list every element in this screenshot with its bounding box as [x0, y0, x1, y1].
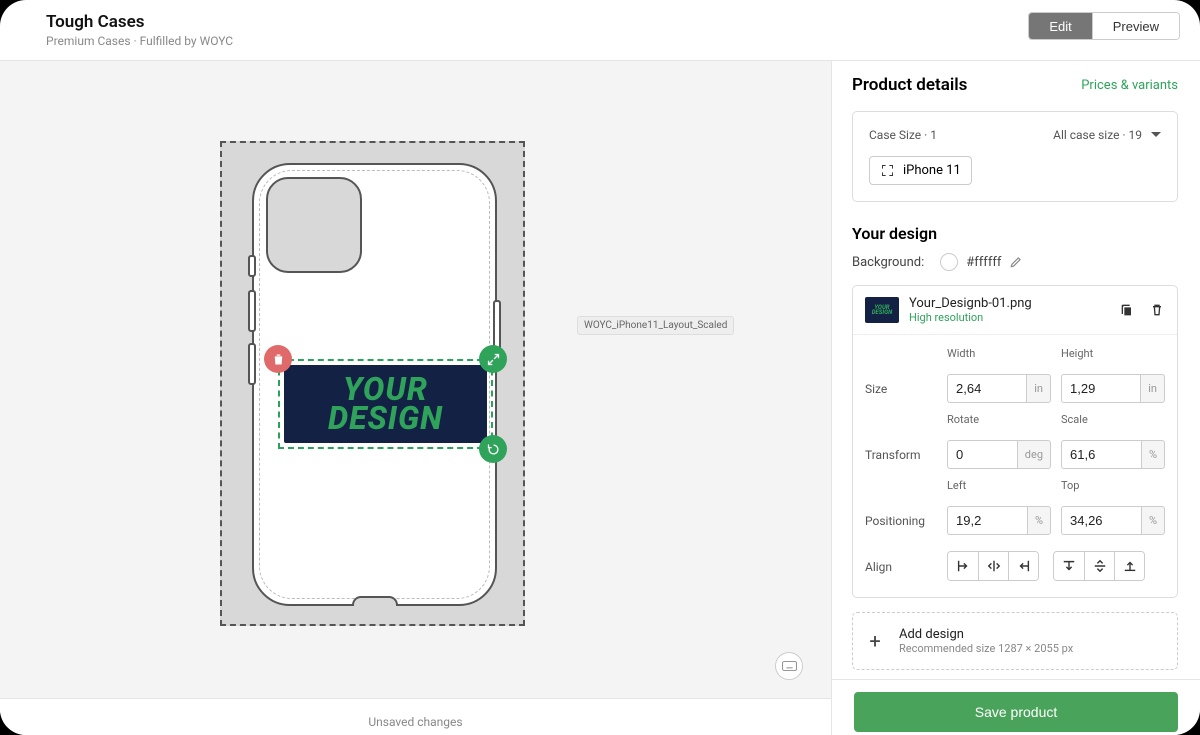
align-vertical-group — [1053, 551, 1145, 581]
add-design-subtitle: Recommended size 1287 × 2055 px — [899, 642, 1073, 655]
canvas-stage[interactable]: YOUR DESIGN WOYC_iPhone11_Layout_Scaled — [0, 61, 831, 698]
sidebar-footer: Save product — [832, 679, 1200, 735]
sidebar: Product details Prices & variants Case S… — [832, 61, 1200, 735]
align-top-icon — [1062, 559, 1076, 573]
rotate-unit: deg — [1017, 440, 1051, 469]
design-artwork[interactable]: YOUR DESIGN — [284, 365, 487, 443]
layer-name-tooltip: WOYC_iPhone11_Layout_Scaled — [577, 316, 734, 335]
canvas-area: YOUR DESIGN WOYC_iPhone11_Layout_Scaled — [0, 61, 832, 735]
transform-label: Transform — [865, 448, 937, 462]
camera-cutout — [266, 177, 362, 273]
trash-icon[interactable] — [1149, 302, 1165, 318]
keyboard-icon — [782, 660, 797, 672]
left-input[interactable] — [947, 506, 1027, 535]
all-case-size-dropdown[interactable]: All case size · 19 — [1053, 128, 1161, 142]
side-button — [248, 343, 256, 385]
sidebar-header: Product details Prices & variants — [852, 75, 1178, 95]
duplicate-icon[interactable] — [1119, 302, 1135, 318]
left-label: Left — [947, 479, 1051, 492]
position-label: Positioning — [865, 514, 937, 528]
top-unit: % — [1141, 506, 1165, 535]
chevron-down-icon — [1151, 132, 1161, 142]
expand-icon — [486, 352, 501, 367]
rotate-handle[interactable] — [479, 435, 507, 463]
rotate-icon — [486, 442, 501, 457]
tab-preview[interactable]: Preview — [1092, 13, 1179, 39]
case-chip-label: iPhone 11 — [903, 163, 961, 178]
save-product-button[interactable]: Save product — [854, 692, 1178, 732]
fullscreen-icon — [880, 163, 895, 178]
sidebar-title: Product details — [852, 75, 967, 95]
case-size-panel: Case Size · 1 All case size · 19 iPhone … — [852, 111, 1178, 202]
width-unit: in — [1026, 374, 1051, 403]
design-card-header: YOURDESIGN Your_Designb-01.png High reso… — [853, 286, 1177, 334]
sidebar-scroll[interactable]: Product details Prices & variants Case S… — [832, 61, 1200, 679]
align-left-button[interactable] — [948, 552, 978, 580]
design-card: YOURDESIGN Your_Designb-01.png High reso… — [852, 285, 1178, 598]
unsaved-indicator: Unsaved changes — [368, 715, 462, 729]
prices-variants-link[interactable]: Prices & variants — [1081, 78, 1178, 93]
height-unit: in — [1140, 374, 1165, 403]
topbar-left: Tough Cases Premium Cases · Fulfilled by… — [46, 12, 233, 48]
design-card-body: Width Height Size in in Rotate Scale Tra… — [853, 334, 1177, 597]
keyboard-shortcuts-button[interactable] — [775, 652, 803, 680]
mode-segment: Edit Preview — [1028, 12, 1180, 40]
tab-edit[interactable]: Edit — [1029, 13, 1091, 39]
bottom-notch — [352, 596, 398, 606]
design-filename: Your_Designb-01.png — [909, 296, 1032, 311]
add-design-title: Add design — [899, 627, 1073, 642]
align-horizontal-group — [947, 551, 1039, 581]
design-selection[interactable]: YOUR DESIGN — [278, 359, 493, 449]
align-right-button[interactable] — [1008, 552, 1038, 580]
delete-handle[interactable] — [264, 345, 292, 373]
page-title: Tough Cases — [46, 12, 233, 32]
height-input[interactable] — [1061, 374, 1140, 403]
align-label: Align — [865, 552, 937, 574]
app-window: Tough Cases Premium Cases · Fulfilled by… — [0, 0, 1200, 735]
all-case-size-text: All case size · 19 — [1053, 128, 1142, 142]
align-bottom-button[interactable] — [1114, 552, 1144, 580]
background-swatch[interactable] — [940, 253, 958, 271]
align-right-icon — [1017, 559, 1031, 573]
case-chip-iphone11[interactable]: iPhone 11 — [869, 156, 972, 185]
align-left-icon — [956, 559, 970, 573]
background-row: Background: #ffffff — [852, 253, 1178, 271]
trash-icon — [271, 352, 286, 367]
design-text-line: DESIGN — [328, 404, 443, 433]
align-center-h-icon — [987, 559, 1001, 573]
page-subtitle: Premium Cases · Fulfilled by WOYC — [46, 34, 233, 48]
rotate-label: Rotate — [947, 413, 1051, 426]
topbar: Tough Cases Premium Cases · Fulfilled by… — [0, 0, 1200, 61]
background-value: #ffffff — [966, 255, 1001, 270]
scale-label: Scale — [1061, 413, 1165, 426]
side-button — [248, 290, 256, 332]
rotate-input[interactable] — [947, 440, 1017, 469]
your-design-heading: Your design — [852, 224, 1178, 243]
case-size-label: Case Size · 1 — [869, 128, 937, 142]
top-input[interactable] — [1061, 506, 1141, 535]
scale-unit: % — [1141, 440, 1165, 469]
body: YOUR DESIGN WOYC_iPhone11_Layout_Scaled — [0, 61, 1200, 735]
side-button — [248, 255, 256, 277]
height-label: Height — [1061, 347, 1165, 360]
scale-handle[interactable] — [479, 345, 507, 373]
align-center-v-button[interactable] — [1084, 552, 1114, 580]
size-label: Size — [865, 382, 937, 396]
align-center-v-icon — [1093, 559, 1107, 573]
width-label: Width — [947, 347, 1051, 360]
design-quality: High resolution — [909, 311, 1032, 324]
width-input[interactable] — [947, 374, 1026, 403]
top-label: Top — [1061, 479, 1165, 492]
canvas-footer: Unsaved changes — [0, 698, 831, 735]
add-design-button[interactable]: + Add design Recommended size 1287 × 205… — [852, 612, 1178, 670]
edit-icon[interactable] — [1009, 255, 1023, 269]
align-center-h-button[interactable] — [978, 552, 1008, 580]
plus-icon: + — [865, 629, 885, 653]
background-label: Background: — [852, 255, 924, 270]
align-top-button[interactable] — [1054, 552, 1084, 580]
design-thumbnail: YOURDESIGN — [865, 297, 899, 323]
scale-input[interactable] — [1061, 440, 1141, 469]
left-unit: % — [1027, 506, 1051, 535]
align-bottom-icon — [1123, 559, 1137, 573]
